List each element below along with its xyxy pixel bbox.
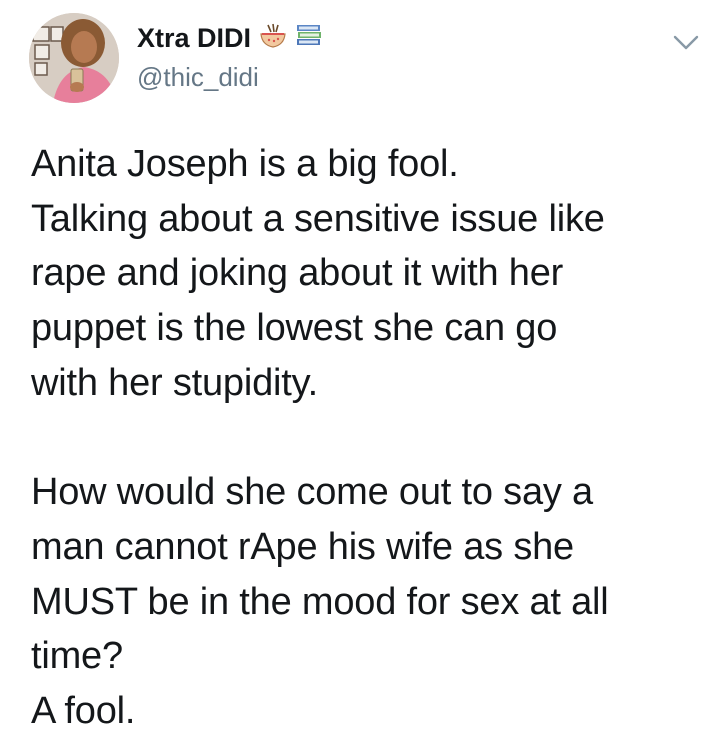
author-display-name[interactable]: Xtra DIDI — [137, 21, 251, 55]
noodle-bowl-icon — [259, 23, 287, 54]
tweet-line: MUST be in the mood for sex at all — [31, 580, 609, 623]
author-name-row: Xtra DIDI — [137, 21, 323, 55]
tweet-line: time? — [31, 635, 123, 678]
tweet-text: Anita Joseph is a big fool. Talking abou… — [31, 137, 701, 739]
tweet-header: Xtra DIDI @thic_didi — [29, 13, 699, 105]
tweet-line: A fool. — [31, 690, 136, 733]
author-handle[interactable]: @thic_didi — [137, 61, 259, 93]
paragraph-break — [31, 411, 701, 466]
tweet-line: puppet is the lowest she can go — [31, 307, 558, 350]
tweet-line: with her stupidity. — [31, 361, 318, 404]
tweet-line: man cannot rApe his wife as she — [31, 525, 574, 568]
tweet-line: Talking about a sensitive issue like — [31, 197, 605, 240]
avatar[interactable] — [29, 13, 119, 103]
tweet-line: rape and joking about it with her — [31, 252, 564, 295]
chevron-down-icon[interactable] — [671, 31, 701, 55]
tweet-line: How would she come out to say a — [31, 471, 593, 514]
books-icon — [295, 22, 323, 55]
tweet-line: Anita Joseph is a big fool. — [31, 143, 459, 185]
tweet-card: Xtra DIDI @thic_didi Anita Joseph is a b… — [0, 0, 713, 732]
